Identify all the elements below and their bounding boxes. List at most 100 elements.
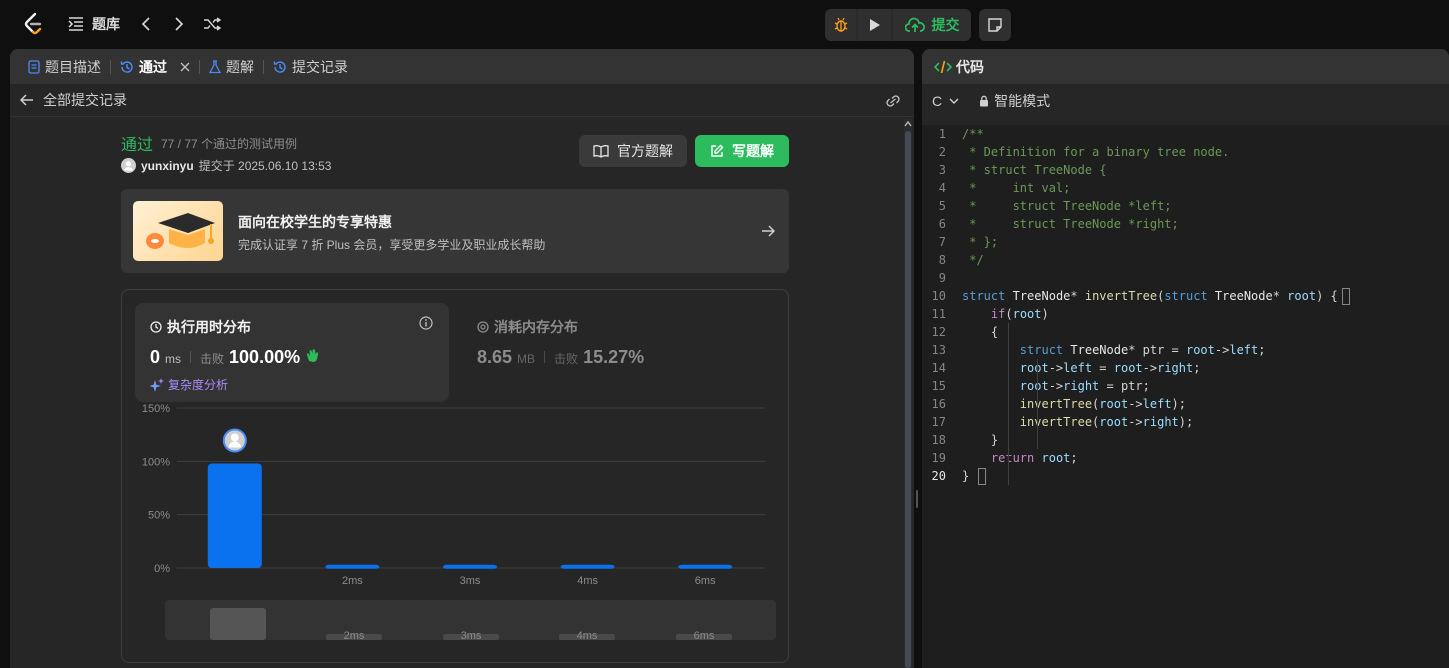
tab-divider xyxy=(263,59,264,74)
submit-time: 提交于 2025.06.10 13:53 xyxy=(198,159,332,173)
stat-divider xyxy=(190,351,192,363)
scroll-thumb[interactable] xyxy=(905,131,911,668)
problem-bank-label: 题库 xyxy=(92,16,120,32)
code-line[interactable]: 11 if(root) xyxy=(922,305,1449,323)
next-problem-button[interactable] xyxy=(173,13,185,35)
line-number: 7 xyxy=(938,235,946,249)
debug-button[interactable] xyxy=(825,9,856,41)
code-line[interactable]: 17 invertTree(root->right); xyxy=(922,413,1449,431)
username[interactable]: yunxinyu xyxy=(141,159,194,173)
left-tabs: 题目描述 通过 题解 提交记录 xyxy=(10,49,914,84)
code-line[interactable]: 4 * int val; xyxy=(922,179,1449,197)
code-text: invertTree(root->right); xyxy=(1019,415,1194,429)
y-tick-label: 0% xyxy=(154,563,170,575)
memory-unit: MB xyxy=(517,352,536,366)
code-text: { xyxy=(962,325,999,339)
code-line[interactable]: 2 * Definition for a binary tree node. xyxy=(922,143,1449,161)
line-number: 5 xyxy=(938,199,946,213)
random-problem-button[interactable] xyxy=(203,13,221,35)
leetcode-logo-icon[interactable] xyxy=(22,12,44,36)
x-tick-label: 2ms xyxy=(342,575,363,587)
close-icon[interactable] xyxy=(180,62,190,72)
range-selector-window[interactable] xyxy=(210,608,266,640)
chart-bar[interactable] xyxy=(678,564,733,569)
history-icon xyxy=(273,60,286,73)
write-solution-label: 写题解 xyxy=(732,143,774,159)
chart-bar[interactable] xyxy=(325,564,380,569)
line-number: 20 xyxy=(931,469,946,483)
submit-label: 提交 xyxy=(931,17,960,33)
flask-icon xyxy=(209,59,221,73)
smart-mode-toggle[interactable]: 智能模式 xyxy=(979,91,1050,111)
code-line[interactable]: 13 struct TreeNode* ptr = root->left; xyxy=(922,341,1449,359)
smart-mode-label: 智能模式 xyxy=(994,92,1051,109)
back-to-submissions-button[interactable]: 全部提交记录 xyxy=(20,90,127,110)
memory-value: 8.65 xyxy=(477,347,513,367)
chart-bar[interactable] xyxy=(443,564,497,569)
runtime-card[interactable]: 执行用时分布 0 ms 击败 100.00% 复杂度分析 xyxy=(135,303,449,402)
code-editor[interactable]: 1 /** 2 * Definition for a binary tree nod… xyxy=(922,125,1449,668)
submit-button[interactable]: 提交 xyxy=(893,9,971,41)
runtime-value: 0 xyxy=(150,347,161,367)
tab-submissions[interactable]: 提交记录 xyxy=(267,49,354,84)
code-line[interactable]: 20} xyxy=(922,467,1449,485)
tab-label: 提交记录 xyxy=(292,58,348,75)
prev-problem-button[interactable] xyxy=(140,13,152,35)
sparkle-icon xyxy=(150,377,164,392)
line-number: 3 xyxy=(938,163,946,177)
info-icon[interactable] xyxy=(419,316,433,330)
code-line[interactable]: 18 } xyxy=(922,431,1449,449)
left-scrollbar[interactable] xyxy=(904,119,912,668)
code-text: /** xyxy=(962,127,984,141)
code-line[interactable]: 14 root->left = root->right; xyxy=(922,359,1449,377)
code-line[interactable]: 6 * struct TreeNode *right; xyxy=(922,215,1449,233)
arrow-right-icon xyxy=(762,225,775,237)
chart-bar[interactable] xyxy=(560,564,615,569)
code-line[interactable]: 12 { xyxy=(922,323,1449,341)
code-line[interactable]: 16 invertTree(root->left); xyxy=(922,395,1449,413)
panel-resize-handle[interactable] xyxy=(916,490,918,508)
note-button[interactable] xyxy=(979,9,1011,41)
graduation-cap-icon xyxy=(146,213,215,249)
code-line[interactable]: 19 return root; xyxy=(922,449,1449,467)
shuffle-icon xyxy=(204,17,221,31)
tab-description[interactable]: 题目描述 xyxy=(22,49,107,84)
code-line[interactable]: 7 * }; xyxy=(922,233,1449,251)
link-icon[interactable] xyxy=(884,94,902,108)
code-line[interactable]: 5 * struct TreeNode *left; xyxy=(922,197,1449,215)
complexity-analysis-link[interactable]: 复杂度分析 xyxy=(150,376,228,393)
code-line[interactable]: 3 * struct TreeNode { xyxy=(922,161,1449,179)
bracket-match-highlight xyxy=(1342,288,1350,305)
list-icon xyxy=(68,17,83,31)
line-number: 10 xyxy=(931,289,946,303)
code-lines: 1 /** 2 * Definition for a binary tree nod… xyxy=(922,125,1449,485)
code-line[interactable]: 1 /** xyxy=(922,125,1449,143)
line-number: 16 xyxy=(931,397,946,411)
chart-bar[interactable] xyxy=(207,463,262,568)
student-promo-banner[interactable]: 面向在校学生的专享特惠 完成认证享 7 折 Plus 会员，享受更多学业及职业成… xyxy=(121,189,789,273)
status-accepted: 通过 xyxy=(121,137,154,154)
code-line[interactable]: 15 root->right = ptr; xyxy=(922,377,1449,395)
history-icon xyxy=(120,60,133,73)
memory-card[interactable]: 消耗内存分布 8.65 MB 击败 15.27% xyxy=(465,303,779,402)
submission-detail: 通过 77 / 77 个通过的测试用例 yunxinyu 提交于 2025.06… xyxy=(10,117,902,668)
indent-guide xyxy=(1008,323,1009,485)
runtime-title-label: 执行用时分布 xyxy=(167,319,251,335)
tab-accepted[interactable]: 通过 xyxy=(114,49,196,84)
tab-solutions[interactable]: 题解 xyxy=(203,49,260,84)
write-solution-button[interactable]: 写题解 xyxy=(695,135,789,167)
code-text: */ xyxy=(962,253,984,267)
code-line[interactable]: 9 xyxy=(922,269,1449,287)
code-text: invertTree(root->left); xyxy=(1019,397,1186,411)
line-number: 19 xyxy=(931,451,946,465)
official-solution-button[interactable]: 官方题解 xyxy=(579,135,687,167)
language-select[interactable]: C xyxy=(932,93,959,109)
book-icon xyxy=(593,145,609,158)
run-button[interactable] xyxy=(858,9,891,41)
avatar[interactable] xyxy=(121,158,136,173)
code-line[interactable]: 8 */ xyxy=(922,251,1449,269)
scroll-up-icon xyxy=(904,120,912,127)
problem-bank-button[interactable]: 题库 xyxy=(68,13,120,35)
code-line[interactable]: 10 struct TreeNode* invertTree(struct Tre… xyxy=(922,287,1449,305)
avatar-head xyxy=(230,433,239,442)
